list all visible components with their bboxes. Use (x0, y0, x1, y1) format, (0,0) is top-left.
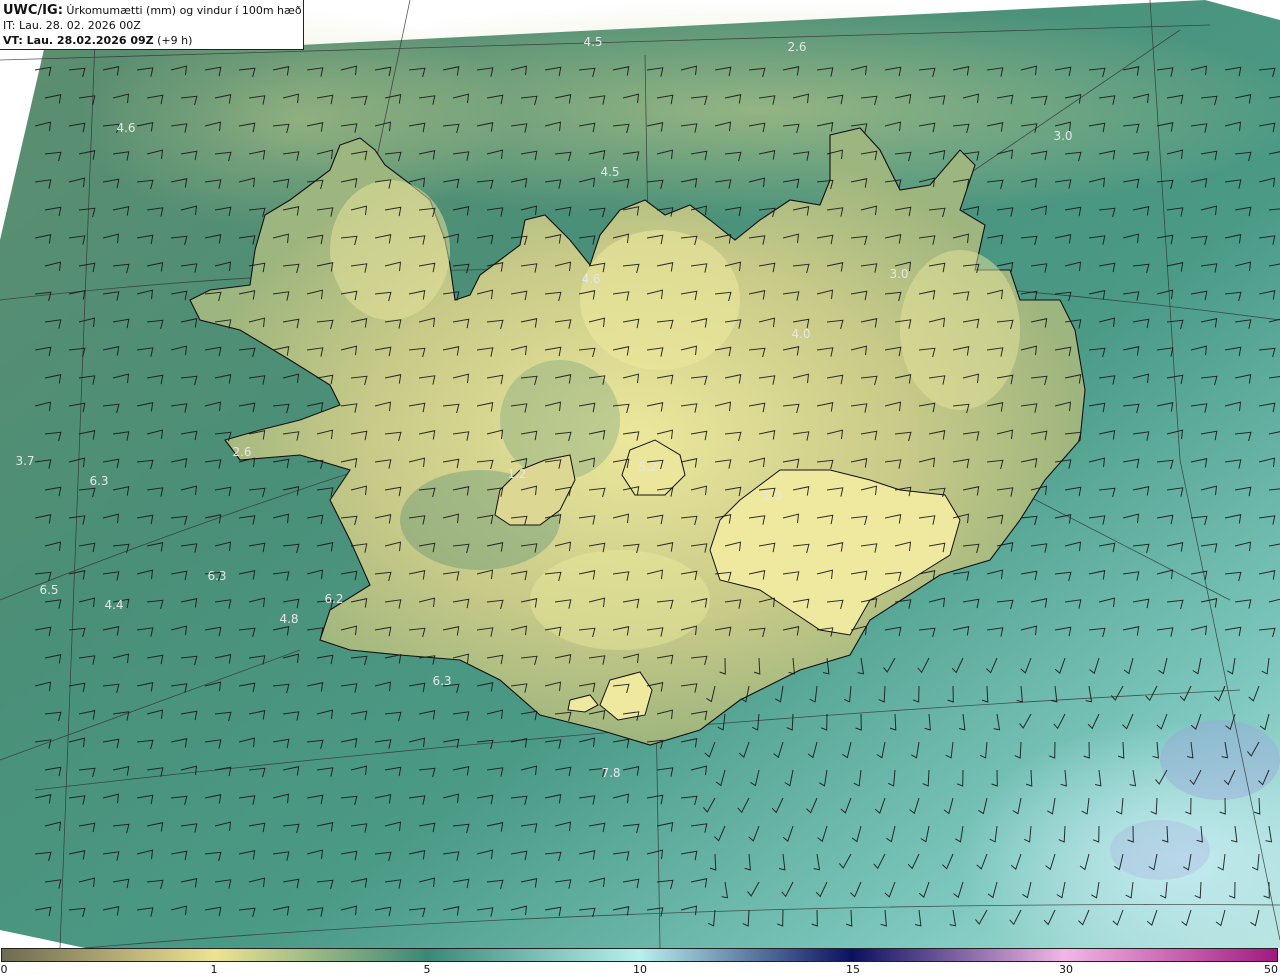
precip-value-label: 4.6 (116, 121, 135, 135)
forecast-offset: (+9 h) (157, 34, 193, 47)
product-code: UWC/IG: (3, 3, 63, 18)
precip-value-label: 6.3 (207, 569, 226, 583)
colorbar-tick: 1 (210, 963, 218, 976)
colorbar-tick: 0 (0, 963, 8, 976)
init-time: IT: Lau. 28. 02. 2026 00Z (3, 19, 141, 32)
colorbar-tick: 30 (1059, 963, 1073, 976)
precip-value-label: 3.7 (15, 454, 34, 468)
precip-value-label: 6.5 (39, 583, 58, 597)
precip-value-label: 6.3 (89, 474, 108, 488)
precip-value-label: 4.5 (583, 35, 602, 49)
precip-value-label: 4.4 (104, 598, 123, 612)
precip-value-label: 4.0 (791, 327, 810, 341)
colorbar-tick: 10 (633, 963, 647, 976)
precip-value-label: 2.6 (787, 40, 806, 54)
precip-value-label: 1.2 (507, 467, 526, 481)
product-line: UWC/IG: Úrkomumætti (mm) og vindur í 100… (3, 3, 302, 18)
precip-value-label: 5.2 (638, 460, 657, 474)
colorbar-legend: 0 1 5 10 15 30 50 (0, 948, 1280, 978)
valid-time: VT: Lau. 28.02.2026 09Z (3, 34, 154, 47)
weather-map: 4.5 2.6 4.6 3.0 4.5 4.6 3.0 4.0 3.7 2.6 6.3 1.2 5.2 1… (0, 0, 1280, 948)
precip-value-label: 6.3 (432, 674, 451, 688)
precip-value-label: 1.0 (762, 489, 781, 503)
product-description: Úrkomumætti (mm) og vindur í 100m hæð (66, 4, 302, 17)
precip-value-label: 6.2 (324, 592, 343, 606)
colorbar-tick: 15 (846, 963, 860, 976)
precip-value-label: 3.0 (1053, 129, 1072, 143)
colorbar (1, 948, 1278, 962)
valid-time-line: VT: Lau. 28.02.2026 09Z (+9 h) (3, 33, 300, 48)
precip-value-label: 4.8 (279, 612, 298, 626)
precip-value-label: 7.8 (601, 766, 620, 780)
colorbar-tick: 50 (1264, 963, 1278, 976)
precip-value-label: 4.5 (600, 165, 619, 179)
precip-value-label: 2.6 (232, 445, 251, 459)
precip-value-label: 4.6 (581, 272, 600, 286)
map-header: UWC/IG: Úrkomumætti (mm) og vindur í 100… (0, 0, 304, 50)
precip-value-label: 3.0 (889, 267, 908, 281)
colorbar-tick: 5 (423, 963, 431, 976)
